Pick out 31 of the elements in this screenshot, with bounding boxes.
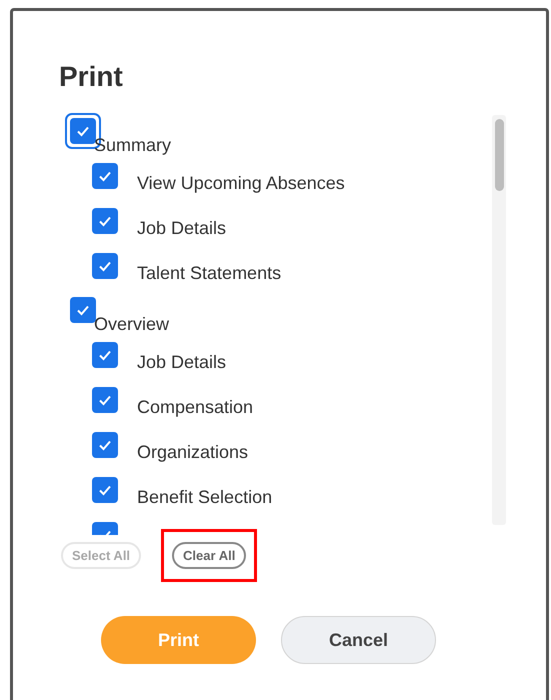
section-label: Talent Statements bbox=[137, 262, 282, 285]
checkbox[interactable] bbox=[92, 432, 118, 458]
checkmark-icon bbox=[98, 348, 112, 360]
checkmark-icon bbox=[98, 394, 112, 406]
checkmark-icon bbox=[98, 260, 112, 272]
group-label: Summary bbox=[94, 134, 172, 157]
group-label: Overview bbox=[94, 313, 170, 336]
section-label: Compensation bbox=[137, 396, 254, 419]
checkmark-icon bbox=[98, 214, 112, 226]
dialog-title: Print bbox=[59, 60, 124, 94]
checkbox[interactable] bbox=[70, 297, 96, 323]
checkmark-icon bbox=[76, 304, 90, 316]
checkmark-icon bbox=[98, 170, 112, 182]
section-label: View Upcoming Absences bbox=[137, 172, 345, 195]
checkbox[interactable] bbox=[92, 252, 118, 278]
checkbox[interactable] bbox=[70, 118, 96, 144]
scrollbar-thumb[interactable] bbox=[494, 119, 504, 191]
checkbox[interactable] bbox=[92, 162, 118, 188]
list-action-button[interactable]: Clear All bbox=[172, 542, 246, 569]
section-label: Organizations bbox=[137, 441, 248, 464]
checkmark-icon bbox=[76, 125, 90, 137]
section-label: Job Details bbox=[137, 217, 226, 240]
checkbox[interactable] bbox=[92, 342, 118, 368]
checkbox[interactable] bbox=[92, 386, 118, 412]
checkmark-icon bbox=[98, 438, 112, 450]
checkbox[interactable] bbox=[92, 208, 118, 234]
checkbox[interactable] bbox=[92, 476, 118, 502]
cancel-button[interactable]: Cancel bbox=[281, 616, 436, 664]
section-label: Job Details bbox=[137, 351, 226, 374]
checkmark-icon bbox=[98, 484, 112, 496]
section-label: Benefit Selection bbox=[137, 486, 272, 509]
